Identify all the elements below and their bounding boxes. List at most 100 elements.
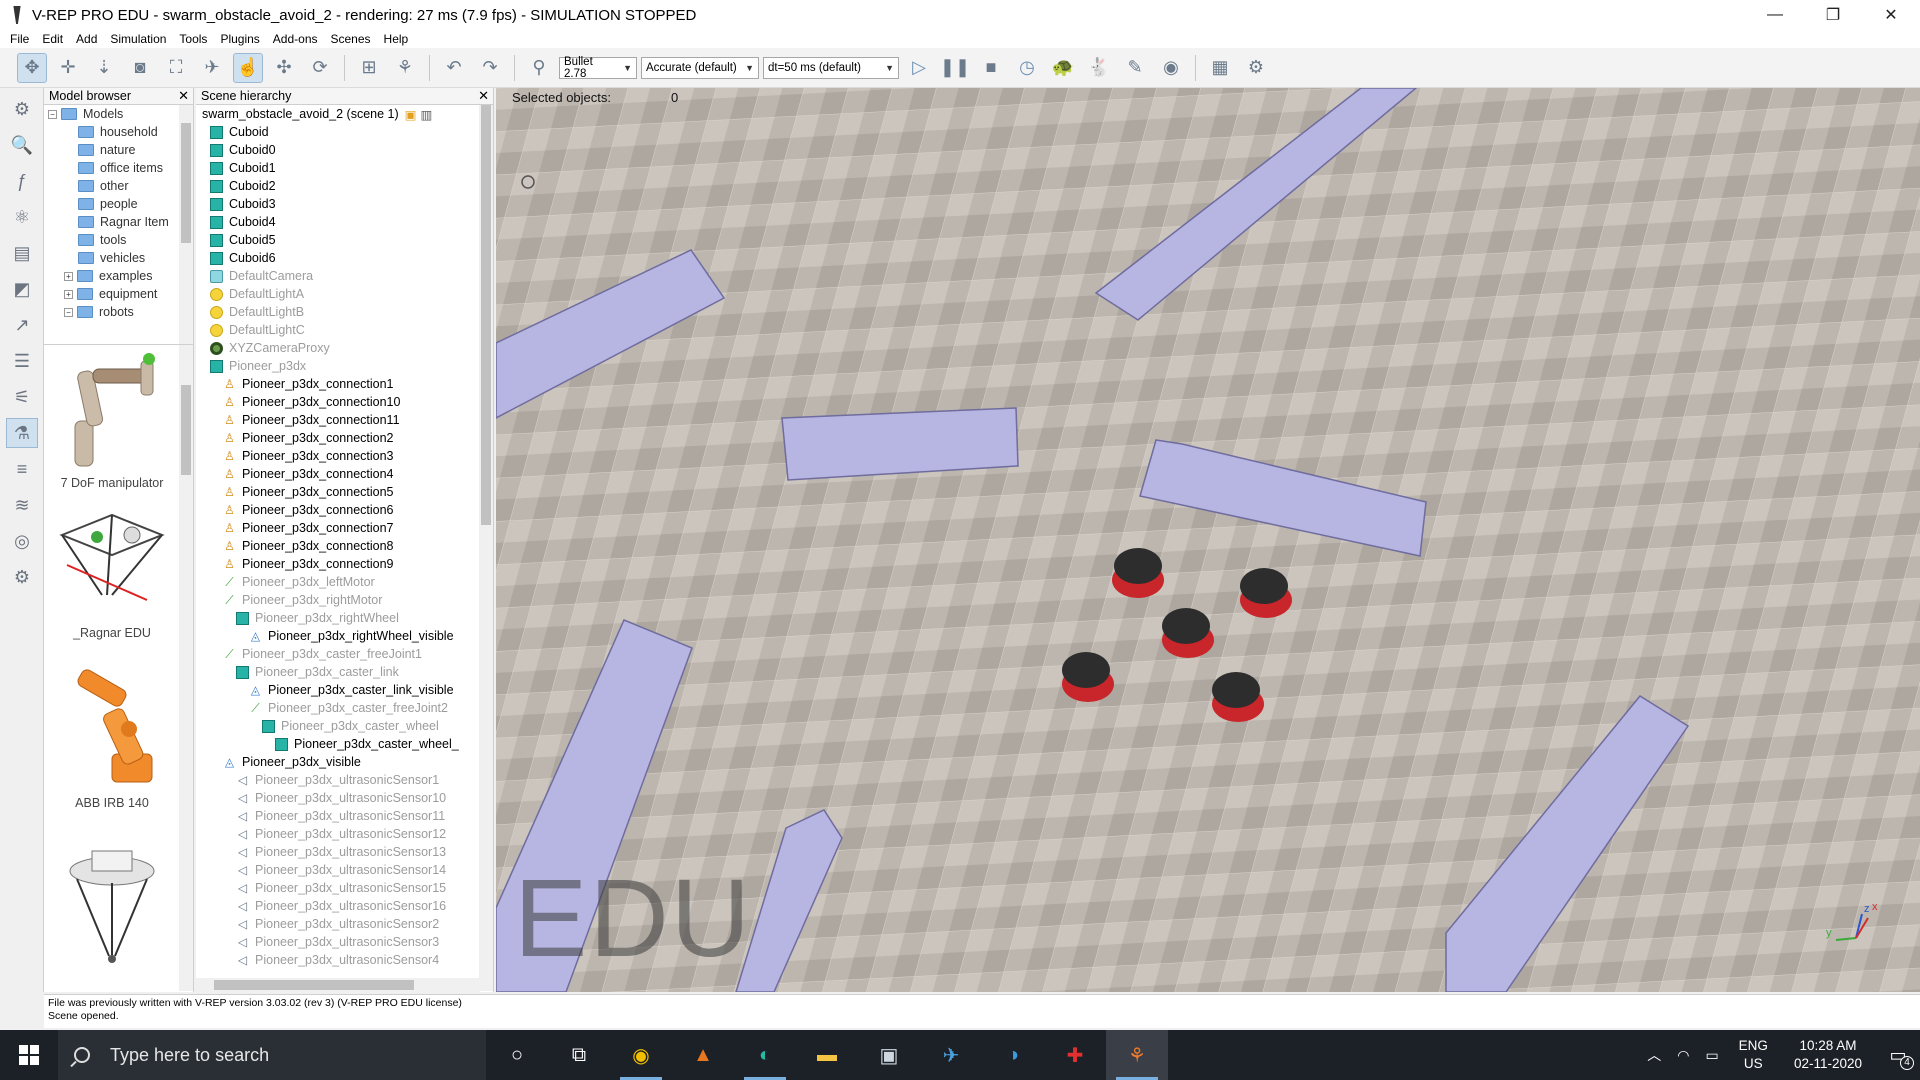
- hierarchy-item[interactable]: ♙ Pioneer_p3dx_connection5: [223, 483, 393, 501]
- hierarchy-item[interactable]: Pioneer_p3dx: [210, 357, 306, 375]
- layers-icon[interactable]: ⚟: [6, 382, 38, 412]
- menu-tools[interactable]: Tools: [179, 32, 207, 46]
- play-icon[interactable]: ▷: [904, 53, 934, 83]
- model-delta-robot[interactable]: [44, 841, 180, 974]
- hierarchy-item[interactable]: ◬ Pioneer_p3dx_rightWheel_visible: [249, 627, 454, 645]
- hierarchy-item[interactable]: Cuboid3: [210, 195, 276, 213]
- hierarchy-item[interactable]: Cuboid5: [210, 231, 276, 249]
- hierarchy-item[interactable]: Cuboid2: [210, 177, 276, 195]
- language-indicator[interactable]: ENG US: [1739, 1037, 1768, 1073]
- collections-icon[interactable]: ⚛: [6, 202, 38, 232]
- object-rotate-icon[interactable]: ⟳: [305, 53, 335, 83]
- tree-item-vehicles[interactable]: vehicles: [44, 249, 193, 267]
- hierarchy-item[interactable]: Cuboid0: [210, 141, 276, 159]
- hierarchy-item[interactable]: ◁ Pioneer_p3dx_ultrasonicSensor16: [236, 897, 446, 915]
- hierarchy-item[interactable]: ◁ Pioneer_p3dx_ultrasonicSensor14: [236, 861, 446, 879]
- click-select-icon[interactable]: ☝: [233, 52, 263, 83]
- tree-item-examples[interactable]: + examples: [44, 267, 193, 285]
- hierarchy-item[interactable]: ♙ Pioneer_p3dx_connection9: [223, 555, 393, 573]
- tree-item-ragnar[interactable]: Ragnar Item: [44, 213, 193, 231]
- scene-root[interactable]: swarm_obstacle_avoid_2 (scene 1) ▣ ▥: [202, 105, 432, 123]
- hierarchy-item[interactable]: ♙ Pioneer_p3dx_connection10: [223, 393, 400, 411]
- hierarchy-item[interactable]: ♙ Pioneer_p3dx_connection8: [223, 537, 393, 555]
- redo-icon[interactable]: ↷: [475, 53, 505, 83]
- minimize-button[interactable]: —: [1746, 0, 1804, 30]
- calculation-modules-icon[interactable]: ƒ: [6, 166, 38, 196]
- scrollbar-thumb[interactable]: [481, 105, 491, 525]
- vscode-tool-icon[interactable]: ✈: [920, 1030, 982, 1080]
- scrollbar-thumb[interactable]: [214, 980, 414, 990]
- hierarchy-item[interactable]: DefaultLightA: [210, 285, 304, 303]
- hierarchy-item[interactable]: Pioneer_p3dx_caster_wheel: [262, 717, 439, 735]
- camera-fly-icon[interactable]: ✈: [197, 53, 227, 83]
- menu-file[interactable]: File: [10, 32, 29, 46]
- edge-dev-icon[interactable]: ◑: [982, 1030, 1044, 1080]
- model-7dof-manipulator[interactable]: 7 DoF manipulator: [44, 351, 180, 490]
- wifi-icon[interactable]: ◠: [1677, 1047, 1689, 1064]
- model-ragnar-edu[interactable]: _Ragnar EDU: [44, 505, 180, 640]
- hierarchy-item[interactable]: DefaultLightC: [210, 321, 305, 339]
- task-view-icon[interactable]: ⧉: [548, 1030, 610, 1080]
- hierarchy-item[interactable]: ◁ Pioneer_p3dx_ultrasonicSensor4: [236, 951, 439, 969]
- hierarchy-item[interactable]: DefaultCamera: [210, 267, 313, 285]
- tree-item-equipment[interactable]: + equipment: [44, 285, 193, 303]
- hierarchy-item[interactable]: ♙ Pioneer_p3dx_connection1: [223, 375, 393, 393]
- simulation-settings-icon[interactable]: ⚙: [6, 94, 38, 124]
- hierarchy-item[interactable]: ♙ Pioneer_p3dx_connection6: [223, 501, 393, 519]
- menu-help[interactable]: Help: [384, 32, 409, 46]
- cortana-icon[interactable]: ○: [486, 1030, 548, 1080]
- selection-icon[interactable]: ☰: [6, 346, 38, 376]
- scene-selector-icon[interactable]: ⚙: [1241, 53, 1271, 83]
- close-icon[interactable]: ✕: [178, 88, 189, 104]
- tree-item-models[interactable]: − Models: [44, 105, 193, 123]
- accuracy-select[interactable]: Accurate (default) ▼: [641, 56, 759, 79]
- menu-addons[interactable]: Add-ons: [273, 32, 318, 46]
- camera-pan-icon[interactable]: ✥: [17, 52, 47, 83]
- assemble-icon[interactable]: ⊞: [354, 53, 384, 83]
- battery-icon[interactable]: ▭: [1705, 1047, 1718, 1064]
- hierarchy-item[interactable]: ⟋ Pioneer_p3dx_rightMotor: [223, 591, 382, 609]
- taskbar-search[interactable]: Type here to search: [58, 1030, 486, 1080]
- hierarchy-item[interactable]: Pioneer_p3dx_caster_link: [236, 663, 399, 681]
- script-icon[interactable]: ▣: [405, 107, 417, 122]
- hierarchy-item[interactable]: ◁ Pioneer_p3dx_ultrasonicSensor15: [236, 879, 446, 897]
- dynamics-engine-icon[interactable]: ⚲: [524, 53, 554, 83]
- user-settings-icon[interactable]: ⚙: [6, 562, 38, 592]
- faster-icon[interactable]: 🐇: [1084, 53, 1114, 83]
- hierarchy-item[interactable]: ⟋ Pioneer_p3dx_caster_freeJoint1: [223, 645, 422, 663]
- hierarchy-item[interactable]: ◁ Pioneer_p3dx_ultrasonicSensor1: [236, 771, 439, 789]
- menu-plugins[interactable]: Plugins: [220, 32, 259, 46]
- hierarchy-vertical-scrollbar[interactable]: [479, 105, 493, 991]
- hierarchy-item[interactable]: ⟋ Pioneer_p3dx_caster_freeJoint2: [249, 699, 448, 717]
- matlab-icon[interactable]: ▲: [672, 1030, 734, 1080]
- hierarchy-item[interactable]: DefaultLightB: [210, 303, 304, 321]
- video-recorder-icon[interactable]: ◎: [6, 526, 38, 556]
- scrollbar-thumb[interactable]: [181, 123, 191, 243]
- chevron-up-icon[interactable]: ︿: [1647, 1045, 1661, 1065]
- collapse-icon[interactable]: −: [64, 307, 73, 317]
- hierarchy-item[interactable]: ♙ Pioneer_p3dx_connection4: [223, 465, 393, 483]
- tree-item-nature[interactable]: nature: [44, 141, 193, 159]
- start-button[interactable]: [0, 1030, 58, 1080]
- close-icon[interactable]: ✕: [478, 88, 489, 104]
- hierarchy-item[interactable]: ◁ Pioneer_p3dx_ultrasonicSensor12: [236, 825, 446, 843]
- hierarchy-item[interactable]: Cuboid: [210, 123, 269, 141]
- camera-rotate-icon[interactable]: ✛: [53, 53, 83, 83]
- scrollbar-thumb[interactable]: [181, 385, 191, 475]
- fit-to-view-icon[interactable]: ⛶: [161, 53, 191, 83]
- tree-item-robots[interactable]: − robots: [44, 303, 193, 321]
- model-abb-irb-140[interactable]: ABB IRB 140: [44, 669, 180, 810]
- scene-hierarchy-toggle-icon[interactable]: ≡: [6, 454, 38, 484]
- hierarchy-item[interactable]: Cuboid6: [210, 249, 276, 267]
- path-edit-icon[interactable]: ↗: [6, 310, 38, 340]
- tree-item-tools[interactable]: tools: [44, 231, 193, 249]
- scene-viewport[interactable]: y z x Selected objects: 0 EDU: [496, 88, 1920, 992]
- menu-simulation[interactable]: Simulation: [110, 32, 166, 46]
- menu-add[interactable]: Add: [76, 32, 97, 46]
- stop-icon[interactable]: ■: [976, 53, 1006, 83]
- undo-icon[interactable]: ↶: [439, 53, 469, 83]
- restore-button[interactable]: ❐: [1804, 0, 1862, 30]
- chrome-icon[interactable]: ◉: [610, 1030, 672, 1080]
- clock[interactable]: 10:28 AM 02-11-2020: [1794, 1037, 1862, 1073]
- tree-item-office-items[interactable]: office items: [44, 159, 193, 177]
